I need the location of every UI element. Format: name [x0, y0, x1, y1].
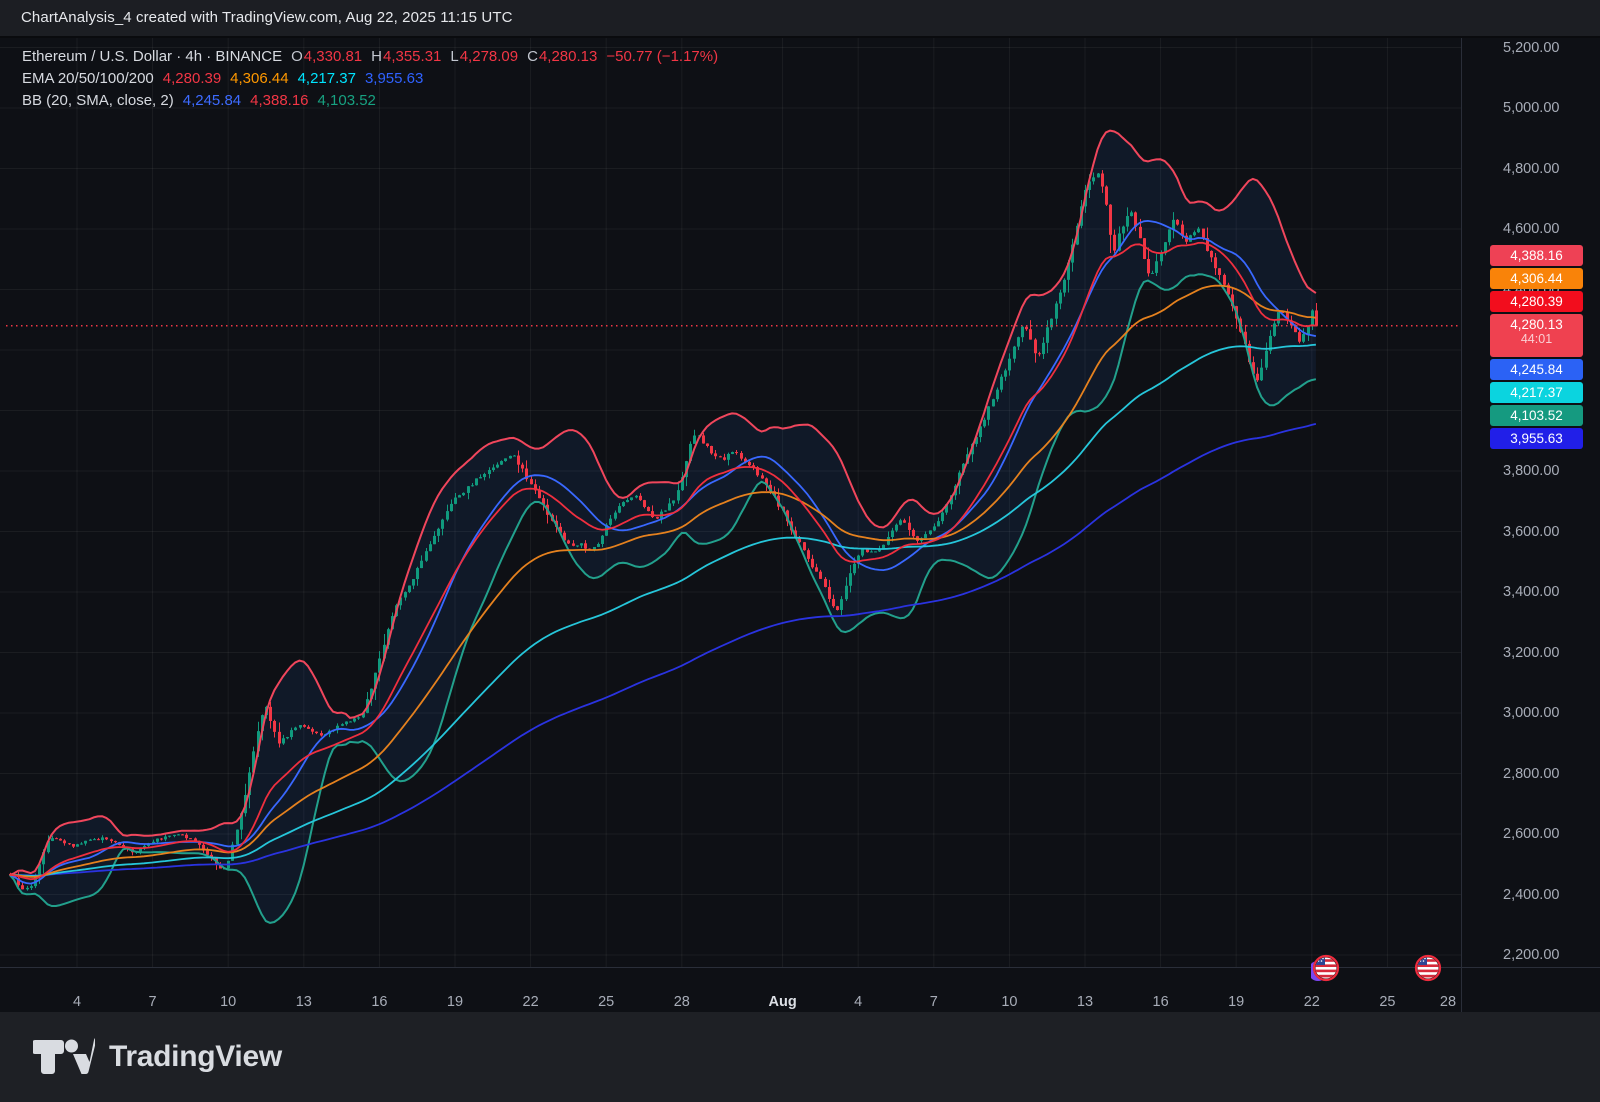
legend-ema-row[interactable]: EMA 20/50/100/200 4,280.39 4,306.44 4,217.3…	[22, 68, 718, 90]
indicator-value: 3,955.63	[364, 70, 424, 87]
bb-lower-tag: 4,103.52	[1490, 405, 1583, 426]
legend-symbol-row[interactable]: Ethereum / U.S. Dollar · 4h · BINANCE O4,…	[22, 46, 718, 68]
ohlc-letter: H	[371, 48, 382, 65]
ohlc-value: 4,278.09	[459, 48, 519, 65]
price-axis-label: 5,200.00	[1503, 39, 1560, 56]
indicator-value: 4,217.37	[297, 70, 356, 87]
time-axis-label: 22	[1303, 994, 1320, 1010]
indicator-value: 4,245.84	[182, 92, 242, 109]
indicator-value: 4,388.16	[250, 92, 309, 109]
time-axis-label: 10	[1001, 994, 1018, 1010]
ema-label: EMA 20/50/100/200	[22, 70, 154, 87]
indicator-value: 4,280.39	[162, 70, 222, 87]
bb-upper-tag: 4,388.16	[1490, 245, 1583, 266]
indicator-legend: Ethereum / U.S. Dollar · 4h · BINANCE O4,…	[22, 46, 718, 112]
time-axis-label: 25	[598, 994, 615, 1010]
chart-pane-background	[0, 38, 1461, 967]
ohlc-value: 4,330.81	[303, 48, 363, 65]
price-axis-label: 4,800.00	[1503, 160, 1560, 177]
symbol-title: Ethereum / U.S. Dollar · 4h · BINANCE	[22, 48, 283, 65]
ohlc-value: 4,355.31	[382, 48, 442, 65]
current-price-tag: 4,280.13 44:01	[1490, 314, 1583, 357]
time-axis-label: 16	[1152, 994, 1169, 1010]
time-axis-label: 4	[854, 994, 863, 1010]
price-axis-label: 3,200.00	[1503, 644, 1560, 661]
change-value: −50.77 (−1.17%)	[606, 48, 719, 65]
ema-values: 4,280.39 4,306.44 4,217.37 3,955.63	[154, 70, 424, 87]
price-axis-label: 4,600.00	[1503, 221, 1560, 237]
time-axis-label: 22	[522, 994, 539, 1010]
price-axis-label: 2,200.00	[1503, 947, 1560, 963]
price-axis-label: 2,400.00	[1503, 886, 1560, 903]
economic-event-us-flag-icon[interactable]	[1308, 953, 1341, 988]
footer-bar: TradingView	[0, 1012, 1600, 1102]
ema20-tag: 4,280.39	[1490, 291, 1583, 312]
ema100-tag: 4,217.37	[1490, 382, 1583, 403]
ohlc-value: 4,280.13	[538, 48, 598, 65]
time-axis-label: 28	[1439, 994, 1457, 1010]
indicator-value: 4,103.52	[317, 92, 376, 109]
time-axis-label: Aug	[768, 994, 797, 1010]
tradingview-logo-icon[interactable]	[33, 1035, 95, 1079]
ohlc-letter: C	[527, 48, 538, 65]
price-axis-label: 2,800.00	[1503, 765, 1560, 782]
indicator-value: 4,306.44	[230, 70, 289, 87]
bb-basis-tag: 4,245.84	[1490, 359, 1583, 380]
axis-corner	[1461, 967, 1600, 1012]
tradingview-chart-window: { "header": {"title": "ChartAnalysis_4 c…	[0, 0, 1600, 1102]
economic-event-us-flag-icon[interactable]	[1413, 953, 1443, 988]
time-axis-label: 4	[72, 994, 82, 1010]
time-axis-label: 28	[673, 994, 690, 1010]
header-title: ChartAnalysis_4 created with TradingView…	[21, 9, 513, 26]
time-axis[interactable]: 4 7 10 13 16 19 22 25 28 Aug 4 7 10 13 16 19 22 25 28	[0, 967, 1461, 1012]
price-axis-label: 3,800.00	[1503, 463, 1560, 479]
price-axis-label: 3,000.00	[1503, 705, 1560, 721]
price-axis-label: 3,600.00	[1503, 523, 1560, 540]
legend-bb-row[interactable]: BB (20, SMA, close, 2) 4,245.84 4,388.16 4,…	[22, 90, 718, 112]
time-axis-label: 10	[220, 994, 237, 1010]
price-axis[interactable]: 5,200.00 5,000.00 4,800.00 4,600.00 4,400.00…	[1461, 38, 1600, 967]
time-axis-label: 13	[1076, 994, 1094, 1010]
header-bar: ChartAnalysis_4 created with TradingView…	[0, 0, 1600, 38]
ohlc-letter: O	[291, 48, 303, 65]
ohlc-values: O4,330.81 H4,355.31 L4,278.09 C4,280.13 −50.…	[282, 48, 718, 65]
ohlc-letter: L	[450, 48, 459, 65]
price-axis-label: 5,000.00	[1503, 100, 1560, 116]
time-axis-label: 7	[929, 994, 938, 1010]
bb-label: BB (20, SMA, close, 2)	[22, 92, 174, 109]
price-axis-label: 2,600.00	[1503, 826, 1560, 842]
time-axis-label: 7	[148, 994, 157, 1010]
bb-values: 4,245.84 4,388.16 4,103.52	[174, 92, 376, 109]
time-axis-label: 19	[1228, 994, 1245, 1010]
time-axis-label: 13	[295, 994, 312, 1010]
price-axis-label: 3,400.00	[1503, 584, 1560, 600]
ema50-tag: 4,306.44	[1490, 268, 1583, 289]
time-axis-label: 25	[1379, 994, 1396, 1010]
time-axis-label: 19	[446, 994, 464, 1010]
bar-countdown: 44:01	[1520, 332, 1553, 346]
ema200-tag: 3,955.63	[1490, 428, 1583, 449]
tradingview-brand-text[interactable]: TradingView	[109, 1040, 282, 1074]
time-axis-label: 16	[371, 994, 388, 1010]
